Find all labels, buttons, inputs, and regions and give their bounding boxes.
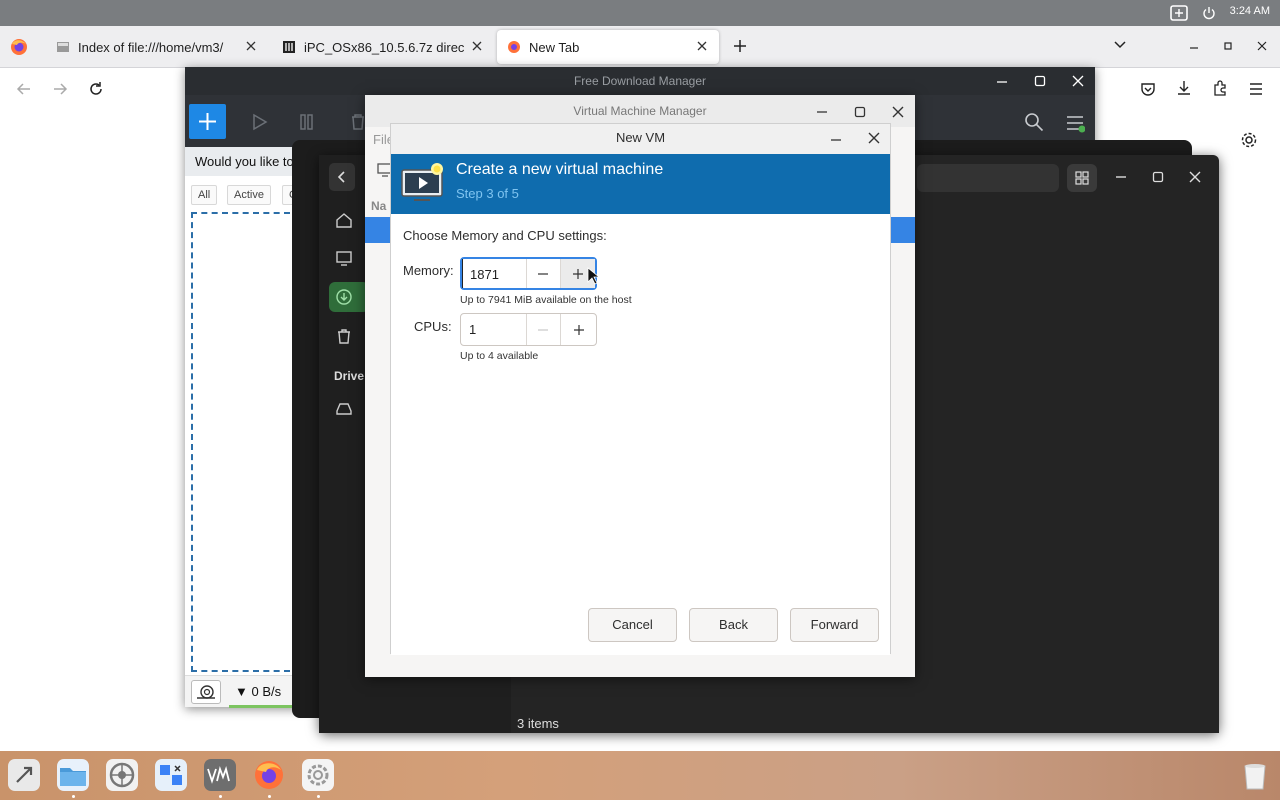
cpus-hint: Up to 4 available	[460, 350, 539, 362]
tab-index[interactable]: Index of file:///home/vm3/	[46, 30, 268, 64]
tab-label: iPC_OSx86_10.5.6.7z direc	[304, 39, 464, 55]
minimize-icon[interactable]	[996, 75, 1008, 87]
view-grid-icon[interactable]	[1067, 164, 1097, 192]
cpus-label: CPUs:	[414, 319, 452, 334]
drives-heading: Drive	[334, 369, 365, 383]
fdm-menu-icon[interactable]	[1065, 113, 1085, 133]
name-column-header[interactable]: Na	[371, 199, 386, 213]
pocket-icon[interactable]	[1140, 81, 1156, 97]
new-tab-plus-icon[interactable]	[732, 38, 748, 54]
drive-icon[interactable]	[335, 399, 353, 417]
memory-input[interactable]: 1871	[462, 259, 527, 288]
cpus-input[interactable]: 1	[461, 314, 527, 345]
back-arrow-icon[interactable]	[16, 81, 32, 97]
close-icon[interactable]	[244, 39, 258, 53]
firefox-icon[interactable]	[253, 759, 285, 791]
close-icon[interactable]	[695, 39, 709, 53]
cpus-spinbutton[interactable]: 1	[460, 313, 597, 346]
settings-icon[interactable]	[106, 759, 138, 791]
memory-spinbutton[interactable]: 1871	[460, 257, 597, 290]
minimize-icon[interactable]	[816, 106, 828, 118]
close-icon[interactable]	[470, 39, 484, 53]
memory-decrement-button[interactable]	[527, 259, 561, 288]
tab-ipc[interactable]: iPC_OSx86_10.5.6.7z direc	[272, 30, 494, 64]
running-indicator	[219, 795, 222, 798]
power-icon[interactable]	[1202, 6, 1216, 20]
play-icon[interactable]	[250, 113, 270, 131]
desktop-icon[interactable]	[335, 249, 353, 267]
hamburger-menu-icon[interactable]	[1248, 81, 1264, 97]
reload-icon[interactable]	[88, 81, 104, 97]
dialog-body: Choose Memory and CPU settings: Memory: …	[391, 214, 890, 655]
window-title: Free Download Manager	[185, 67, 1095, 95]
forward-arrow-icon[interactable]	[52, 81, 68, 97]
back-button[interactable]: Back	[689, 608, 778, 642]
cancel-button[interactable]: Cancel	[588, 608, 677, 642]
launchpad-icon[interactable]	[8, 759, 40, 791]
snail-speed-icon[interactable]	[191, 680, 221, 704]
memory-hint: Up to 7941 MiB available on the host	[460, 294, 632, 306]
search-icon[interactable]	[1024, 112, 1044, 132]
downloads-selected-item[interactable]	[329, 282, 369, 312]
screen-icon[interactable]	[1170, 5, 1188, 21]
minimize-icon[interactable]	[1115, 171, 1127, 183]
cpus-decrement-button[interactable]	[527, 314, 562, 345]
dock	[0, 751, 1280, 800]
minimize-icon[interactable]	[1188, 40, 1200, 52]
close-icon[interactable]	[892, 106, 904, 118]
close-window-icon[interactable]	[1256, 40, 1268, 52]
maximize-icon[interactable]	[1222, 40, 1234, 52]
filter-all[interactable]: All	[191, 185, 218, 205]
maximize-icon[interactable]	[1034, 75, 1046, 87]
minimize-icon[interactable]	[830, 134, 842, 146]
running-indicator	[268, 795, 271, 798]
running-indicator	[317, 795, 320, 798]
close-icon[interactable]	[868, 132, 880, 144]
new-vm-monitor-icon	[400, 162, 446, 204]
running-indicator	[72, 795, 75, 798]
filter-active[interactable]: Active	[227, 185, 271, 205]
step-indicator: Step 3 of 5	[456, 186, 519, 201]
mouse-pointer-icon	[587, 267, 599, 285]
firefox-menu-icon[interactable]	[10, 38, 28, 56]
trash-icon[interactable]	[1239, 759, 1271, 791]
firefox-icon	[507, 40, 521, 54]
files-status: 3 items	[517, 716, 559, 731]
browser-tab-strip: Index of file:///home/vm3/ iPC_OSx86_10.…	[0, 26, 1280, 68]
add-download-button[interactable]	[189, 104, 226, 139]
dialog-title: New VM	[391, 124, 890, 154]
chevron-down-icon[interactable]	[1113, 40, 1127, 50]
tab-label: Index of file:///home/vm3/	[78, 39, 224, 55]
new-tab-settings-gear-icon[interactable]	[1240, 131, 1258, 149]
header-title: Create a new virtual machine	[456, 161, 664, 178]
dialog-header: Create a new virtual machine Step 3 of 5	[391, 154, 890, 214]
forward-button[interactable]: Forward	[790, 608, 879, 642]
trash-icon[interactable]	[335, 327, 353, 345]
download-speed: ▼ 0 B/s	[235, 684, 282, 699]
extensions-icon[interactable]	[1212, 80, 1228, 96]
files-icon[interactable]	[57, 759, 89, 791]
cpus-increment-button[interactable]	[561, 314, 596, 345]
gear-app-icon[interactable]	[302, 759, 334, 791]
back-button[interactable]	[329, 163, 355, 191]
memory-label: Memory:	[403, 263, 454, 278]
close-icon[interactable]	[1072, 75, 1084, 87]
downloads-icon[interactable]	[1176, 80, 1192, 96]
maximize-icon[interactable]	[854, 106, 866, 118]
archive-icon	[282, 40, 296, 54]
home-icon[interactable]	[335, 211, 353, 229]
tab-label: New Tab	[529, 39, 580, 55]
maximize-icon[interactable]	[1152, 171, 1164, 183]
pause-all-icon[interactable]	[299, 113, 321, 131]
system-top-bar: 3:24 AM	[0, 0, 1280, 26]
section-heading: Choose Memory and CPU settings:	[403, 228, 607, 243]
close-icon[interactable]	[1189, 171, 1201, 183]
path-bar[interactable]	[917, 164, 1059, 192]
new-vm-dialog: New VM Create a new virtual machine Step…	[390, 123, 891, 655]
vm-manager-icon[interactable]	[204, 759, 236, 791]
tab-new-tab[interactable]: New Tab	[497, 30, 719, 64]
clock: 3:24 AM	[1229, 5, 1270, 17]
screenshot-icon[interactable]	[155, 759, 187, 791]
file-page-icon	[56, 40, 70, 54]
